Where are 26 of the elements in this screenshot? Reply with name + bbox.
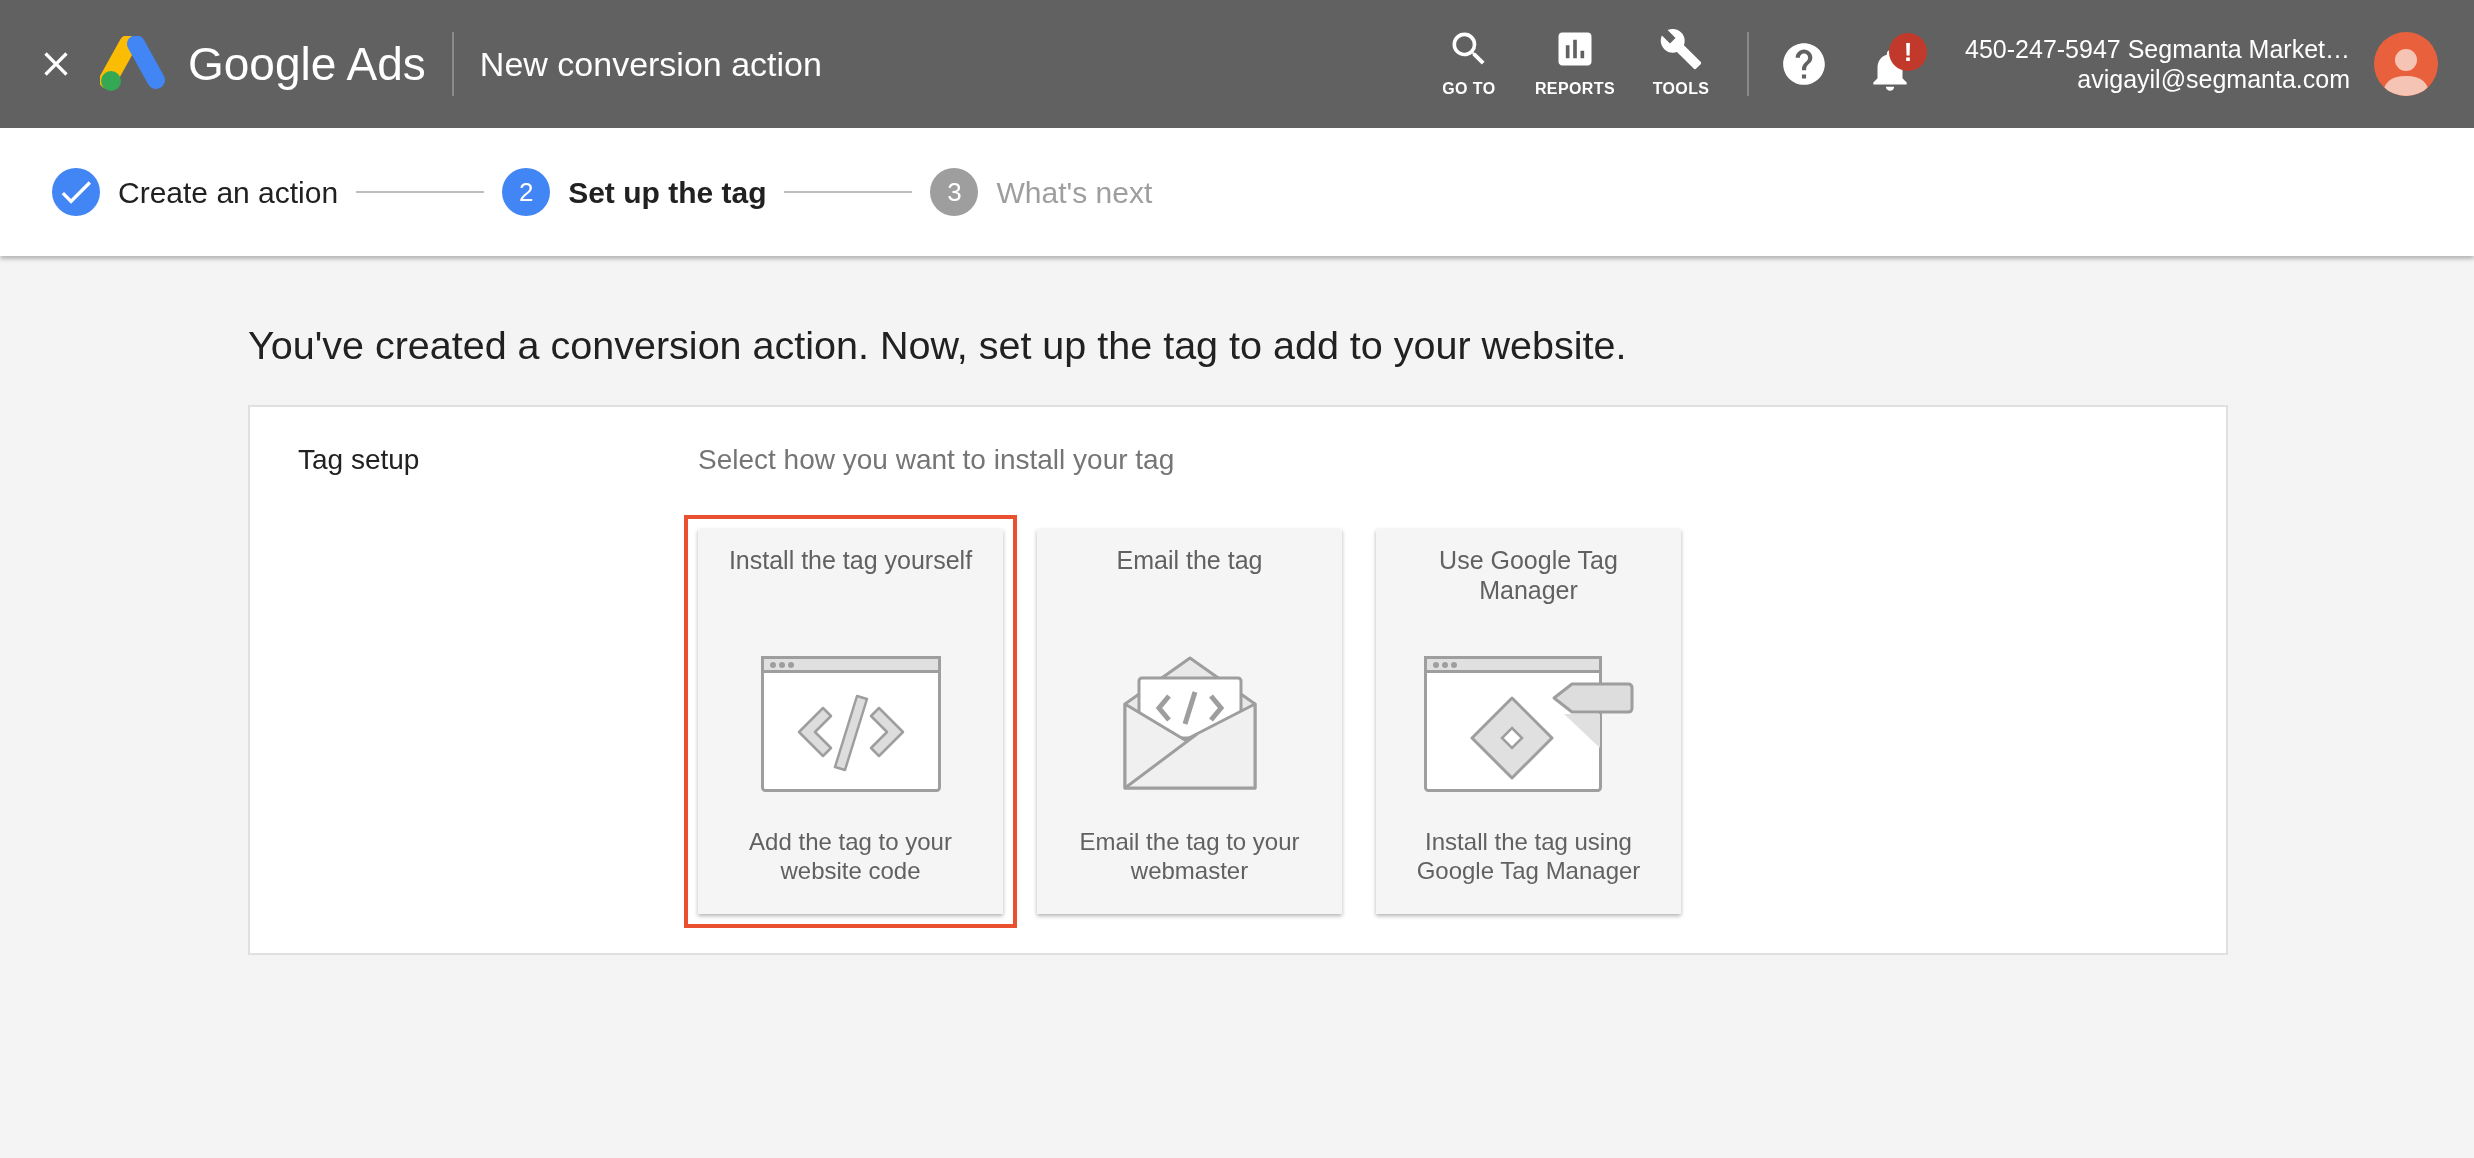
alert-badge: ! <box>1889 33 1928 71</box>
option-description: Add the tag to your website code <box>748 827 953 886</box>
option-description: Install the tag using Google Tag Manager <box>1415 827 1642 886</box>
step-number: 2 <box>502 168 551 216</box>
page-title: New conversion action <box>479 43 822 85</box>
option-card[interactable]: Install the tag yourself Add the tag to your website code <box>684 515 1017 929</box>
option-description: Email the tag to your webmaster <box>1078 827 1301 886</box>
step-label: Set up the tag <box>568 174 767 211</box>
step-label: What's next <box>996 174 1153 211</box>
logo-icon <box>100 36 166 92</box>
nav-button[interactable]: TOOLS <box>1645 27 1718 101</box>
prompt-text: Select how you want to install your tag <box>698 443 1176 478</box>
nav-button[interactable]: REPORTS <box>1534 27 1616 101</box>
headline: You've created a conversion action. Now, set up the tag to add to your website. <box>248 322 1628 369</box>
account-name: 450-247-5947 Segmanta Market… <box>1965 34 2350 64</box>
section-label: Tag setup <box>298 443 421 478</box>
option-title: Install the tag yourself <box>728 545 973 577</box>
app-name: Google Ads <box>188 36 426 92</box>
option-title: Email the tag <box>1116 545 1263 577</box>
account-email: avigayil@segmanta.com <box>2077 64 2350 94</box>
option-title: Use Google Tag Manager <box>1438 545 1619 607</box>
step-label: Create an action <box>118 174 339 211</box>
notifications-button[interactable]: ! <box>1865 33 1928 95</box>
wrench-icon <box>1659 27 1704 71</box>
nav-button[interactable]: GO TO <box>1432 27 1505 101</box>
step-number: 3 <box>930 168 979 216</box>
